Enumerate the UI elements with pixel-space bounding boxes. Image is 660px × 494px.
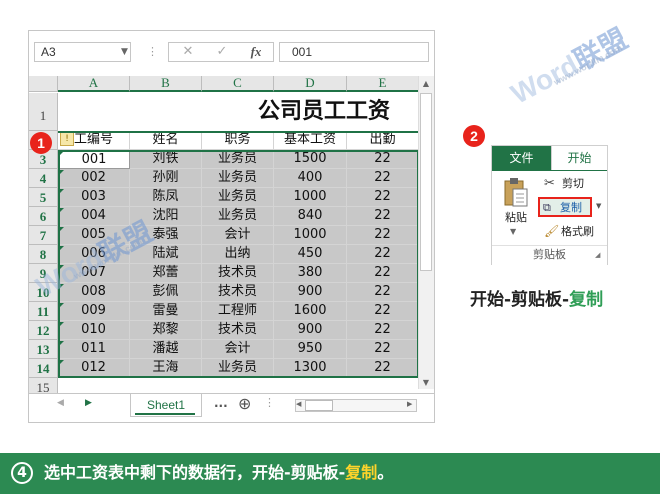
formula-input[interactable]: 001 xyxy=(279,42,429,62)
instruction-banner: 4 选中工资表中剩下的数据行，开始-剪贴板-复制。 xyxy=(0,453,660,494)
column-header-c[interactable]: C xyxy=(202,76,274,92)
formula-buttons: ✕ ✓ fx xyxy=(168,42,274,62)
menu-path-caption: 开始-剪贴板-复制 xyxy=(470,285,650,310)
row-header[interactable]: 5 xyxy=(29,188,58,207)
step-number: 4 xyxy=(11,462,33,484)
horizontal-scroll-thumb[interactable] xyxy=(305,400,333,411)
menu-path-highlight: 复制 xyxy=(569,290,604,310)
chevron-down-icon[interactable]: ▼ xyxy=(596,202,601,210)
tab-file[interactable]: 文件 xyxy=(492,146,551,170)
tab-home[interactable]: 开始 xyxy=(551,146,607,170)
next-sheet-icon[interactable]: ▶ xyxy=(85,398,92,408)
prev-sheet-icon[interactable]: ◀ xyxy=(57,398,64,408)
warning-icon[interactable]: ! xyxy=(60,132,74,146)
paste-icon[interactable] xyxy=(503,177,529,207)
watermark-logo: Word联盟 xyxy=(505,22,633,110)
clipboard-group: 粘贴 ▼ ✂ 剪切 ⧉ 复制 ▼ 🖌 格式刷 剪贴板 ◢ xyxy=(492,170,607,265)
name-box[interactable]: A3 xyxy=(34,42,131,62)
instruction-end: 。 xyxy=(377,463,394,482)
header-cell[interactable]: 基本工资 xyxy=(274,131,347,150)
vertical-scroll-thumb[interactable] xyxy=(420,93,432,271)
more-sheets-button[interactable]: ... xyxy=(214,396,228,410)
paste-label[interactable]: 粘贴 xyxy=(505,211,527,225)
chevron-down-icon[interactable]: ▼ xyxy=(121,42,129,62)
row-header[interactable]: 12 xyxy=(29,321,58,340)
format-painter-button[interactable]: 格式刷 xyxy=(561,225,594,239)
row-header[interactable]: 4 xyxy=(29,169,58,188)
add-sheet-icon[interactable]: ⊕ xyxy=(238,394,251,413)
instruction-main: 选中工资表中剩下的数据行，开始-剪贴板- xyxy=(44,463,346,482)
header-cell[interactable]: 职务 xyxy=(202,131,274,150)
instruction-highlight: 复制 xyxy=(345,463,378,482)
scroll-right-icon[interactable]: ▶ xyxy=(407,400,412,408)
scroll-up-icon[interactable]: ▲ xyxy=(418,77,434,91)
menu-path-prefix: 开始-剪贴板- xyxy=(470,290,570,310)
row-header[interactable]: 11 xyxy=(29,302,58,321)
scroll-left-icon[interactable]: ◀ xyxy=(296,400,301,408)
excel-window: A3 ▼ ⋮ ✕ ✓ fx 001 A B C D E 1 2 3 4 5 6 … xyxy=(28,30,435,423)
copy-icon[interactable]: ⧉ xyxy=(543,201,551,215)
column-header-e[interactable]: E xyxy=(347,76,419,92)
row-header[interactable]: 14 xyxy=(29,359,58,378)
column-header-d[interactable]: D xyxy=(274,76,347,92)
step-badge-1: 1 xyxy=(30,132,52,154)
header-cell[interactable]: 出勤 xyxy=(347,131,419,150)
insert-function-icon[interactable]: fx xyxy=(241,43,271,61)
enter-icon[interactable]: ✓ xyxy=(207,43,237,61)
active-tab-underline xyxy=(135,413,195,415)
step-badge-2: 2 xyxy=(463,125,485,147)
formula-bar: A3 ▼ ⋮ ✕ ✓ fx 001 xyxy=(29,31,434,73)
row-header[interactable]: 1 xyxy=(29,93,58,131)
ribbon-clipboard-panel: 文件 开始 粘贴 ▼ ✂ 剪切 ⧉ 复制 ▼ 🖌 格式刷 剪贴板 ◢ xyxy=(491,145,608,265)
instruction-text: 选中工资表中剩下的数据行，开始-剪贴板-复制。 xyxy=(44,463,393,483)
cancel-icon[interactable]: ✕ xyxy=(173,43,203,61)
sheet-tab-bar: ◀ ▶ Sheet1 ... ⊕ ⋮ ◀ ▶ xyxy=(29,393,434,422)
select-all-corner[interactable] xyxy=(29,76,58,92)
row-header[interactable]: 13 xyxy=(29,340,58,359)
format-painter-icon[interactable]: 🖌 xyxy=(544,224,559,238)
scroll-down-icon[interactable]: ▼ xyxy=(418,376,434,390)
row-header[interactable]: 6 xyxy=(29,207,58,226)
dialog-launcher-icon[interactable]: ◢ xyxy=(595,251,600,259)
grip-dots-icon: ⋮ xyxy=(264,396,275,409)
copy-button[interactable]: 复制 xyxy=(560,201,582,215)
clipboard-group-label: 剪贴板 xyxy=(492,245,607,264)
scissors-icon[interactable]: ✂ xyxy=(544,176,555,191)
grip-dots-icon: ⋮ xyxy=(147,45,158,58)
divider xyxy=(58,131,419,133)
cut-button[interactable]: 剪切 xyxy=(562,177,584,191)
table-title: 公司员工工资 xyxy=(258,99,391,124)
chevron-down-icon[interactable]: ▼ xyxy=(510,227,516,236)
column-header-a[interactable]: A xyxy=(58,76,130,92)
column-header-b[interactable]: B xyxy=(130,76,202,92)
row-header[interactable]: 7 xyxy=(29,226,58,245)
header-cell[interactable]: 姓名 xyxy=(130,131,202,150)
